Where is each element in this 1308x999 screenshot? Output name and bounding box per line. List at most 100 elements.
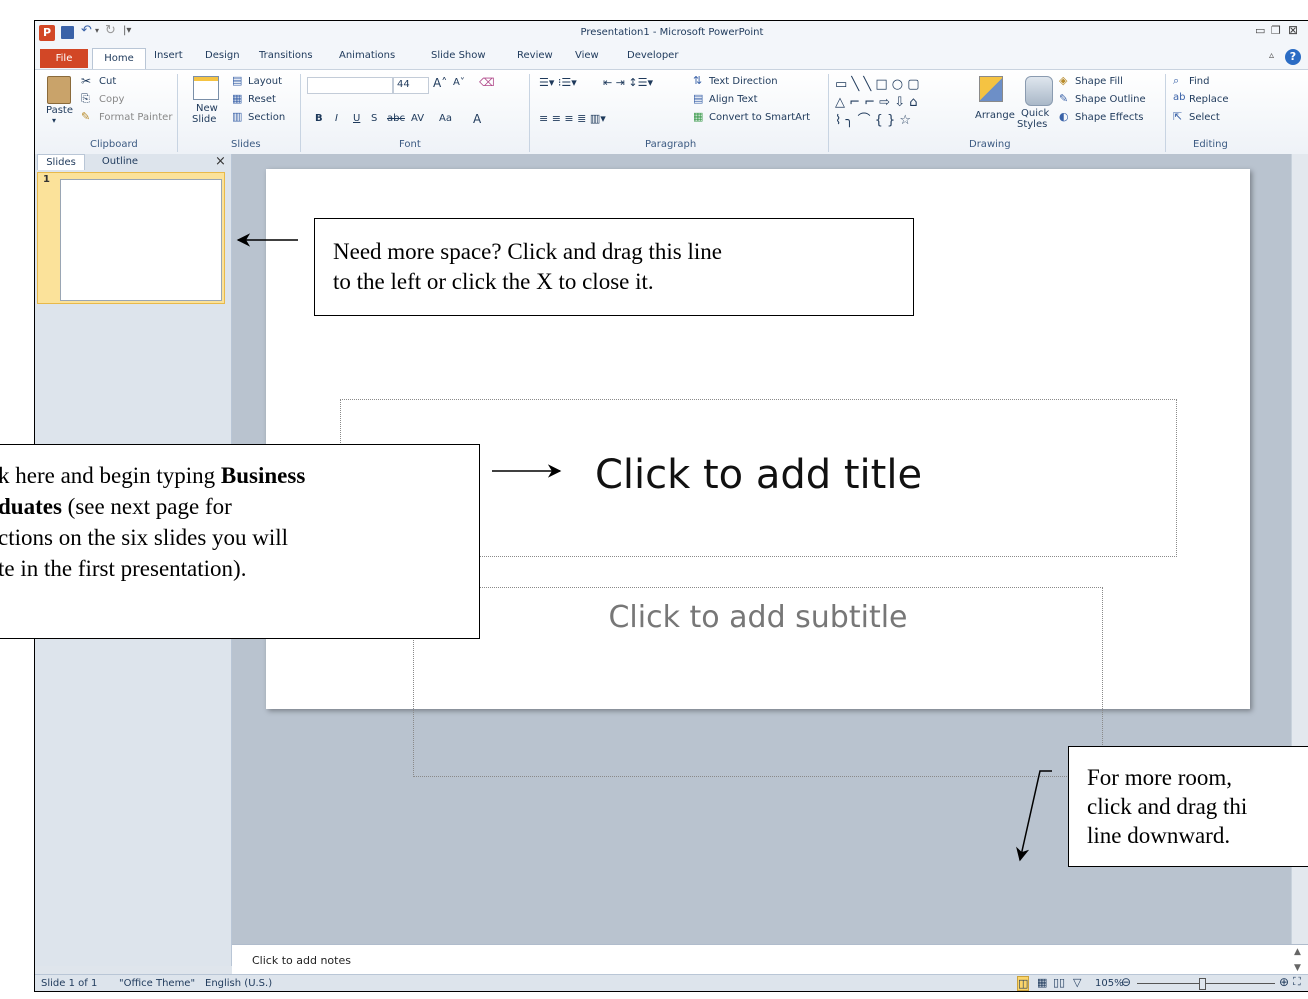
bold-button[interactable]: B xyxy=(315,113,323,124)
strikethrough-button[interactable]: abc xyxy=(387,113,405,124)
character-spacing-button[interactable]: AV xyxy=(411,113,424,124)
copy-button[interactable]: Copy xyxy=(99,94,124,105)
group-separator xyxy=(300,74,301,152)
underline-button[interactable]: U xyxy=(353,113,360,124)
tab-insert[interactable]: Insert xyxy=(154,50,183,61)
zoom-out-icon[interactable]: ⊖ xyxy=(1121,975,1131,989)
slide-show-view-icon[interactable]: ▽ xyxy=(1073,976,1081,989)
drawing-group-label: Drawing xyxy=(969,139,1011,150)
callout-title-line4: te in the first presentation). xyxy=(0,556,247,581)
tab-developer[interactable]: Developer xyxy=(627,50,678,61)
zoom-slider-thumb[interactable] xyxy=(1199,978,1206,990)
bullets-icon[interactable]: ☰▾ ⁝☰▾ xyxy=(539,76,577,89)
zoom-level[interactable]: 105% xyxy=(1095,978,1124,989)
notes-scroll-down-icon[interactable]: ▼ xyxy=(1294,963,1301,973)
arrange-icon[interactable] xyxy=(979,76,1003,102)
layout-icon: ▤ xyxy=(232,74,243,87)
notes-scroll-up-icon[interactable]: ▲ xyxy=(1294,947,1301,957)
slide-thumbnail[interactable] xyxy=(60,179,222,301)
format-painter-icon: ✎ xyxy=(81,110,91,123)
new-slide-icon[interactable] xyxy=(193,76,219,100)
shadow-button[interactable]: S xyxy=(371,113,377,124)
align-icons[interactable]: ≡ ≡ ≡ ≣ ▥▾ xyxy=(539,112,606,125)
shape-outline-button[interactable]: Shape Outline xyxy=(1075,94,1146,105)
indent-icons[interactable]: ⇤ ⇥ ↕☰▾ xyxy=(603,76,653,89)
subtitle-placeholder[interactable]: Click to add subtitle xyxy=(413,587,1103,777)
quick-styles-label-1[interactable]: Quick xyxy=(1021,108,1049,119)
arrange-button[interactable]: Arrange xyxy=(975,110,1015,121)
close-pane-icon[interactable]: × xyxy=(215,154,226,169)
new-slide-button[interactable]: New Slide xyxy=(189,103,223,133)
tab-slides-label: Slides xyxy=(46,157,76,168)
normal-view-icon[interactable]: ◫ xyxy=(1017,976,1030,991)
fit-to-window-icon[interactable]: ⛶ xyxy=(1293,975,1301,989)
format-painter-button[interactable]: Format Painter xyxy=(99,112,172,123)
align-text-button[interactable]: Align Text xyxy=(709,94,758,105)
italic-button[interactable]: I xyxy=(335,113,338,124)
clear-formatting-icon[interactable]: ⌫ xyxy=(479,76,495,89)
layout-button[interactable]: Layout xyxy=(248,76,282,87)
select-button[interactable]: Select xyxy=(1189,112,1220,123)
copy-icon: ⎘ xyxy=(81,92,90,105)
find-button[interactable]: Find xyxy=(1189,76,1210,87)
tab-view[interactable]: View xyxy=(575,50,599,61)
tab-home[interactable]: Home xyxy=(92,48,146,70)
shape-effects-button[interactable]: Shape Effects xyxy=(1075,112,1143,123)
callout-title-line3: ctions on the six slides you will xyxy=(0,525,289,550)
paste-label: Paste xyxy=(46,105,73,116)
zoom-slider-track[interactable] xyxy=(1137,983,1275,984)
font-size-box[interactable]: 44 xyxy=(393,77,429,94)
callout-title-line1: k here and begin typing Business xyxy=(0,461,305,490)
font-color-button[interactable]: A xyxy=(473,112,481,126)
tab-slide-show[interactable]: Slide Show xyxy=(431,50,486,61)
minimize-icon[interactable]: ▭ xyxy=(1255,24,1265,37)
shape-fill-button[interactable]: Shape Fill xyxy=(1075,76,1123,87)
grow-font-icon[interactable]: A˄ xyxy=(433,76,447,90)
section-button[interactable]: Section xyxy=(248,112,285,123)
tab-slides-pane[interactable]: Slides xyxy=(37,154,85,170)
quick-styles-label-2[interactable]: Styles xyxy=(1017,119,1047,130)
slides-group-label: Slides xyxy=(231,139,261,150)
cut-button[interactable]: Cut xyxy=(99,76,116,87)
tab-review[interactable]: Review xyxy=(517,50,553,61)
callout-title-instructions: k here and begin typing Business duates … xyxy=(0,444,480,639)
help-icon[interactable]: ? xyxy=(1285,49,1301,65)
zoom-in-icon[interactable]: ⊕ xyxy=(1279,975,1289,989)
change-case-button[interactable]: Aa xyxy=(439,113,452,124)
paste-button[interactable]: Paste ▾ xyxy=(43,105,73,131)
slide-sorter-icon[interactable]: ▦ xyxy=(1037,976,1047,989)
status-language[interactable]: English (U.S.) xyxy=(205,978,272,989)
minimize-ribbon-icon[interactable]: ▵ xyxy=(1269,50,1274,61)
callout-title-line1-b: Business xyxy=(220,463,306,488)
text-direction-button[interactable]: Text Direction xyxy=(709,76,778,87)
section-icon: ▥ xyxy=(232,110,243,123)
tab-design[interactable]: Design xyxy=(205,50,240,61)
font-name-box[interactable] xyxy=(307,77,393,94)
quick-styles-icon[interactable] xyxy=(1025,76,1053,106)
reset-button[interactable]: Reset xyxy=(248,94,276,105)
status-theme[interactable]: "Office Theme" xyxy=(119,978,195,989)
replace-button[interactable]: Replace xyxy=(1189,94,1229,105)
ribbon: Paste ▾ ✂ Cut ⎘ Copy ✎ Format Painter Cl… xyxy=(35,69,1308,155)
shrink-font-icon[interactable]: A˅ xyxy=(453,77,465,88)
tab-outline-pane[interactable]: Outline xyxy=(85,154,155,169)
callout-notes-divider: For more room, click and drag thi line d… xyxy=(1068,746,1308,867)
tab-animations[interactable]: Animations xyxy=(339,50,395,61)
window-title: Presentation1 - Microsoft PowerPoint xyxy=(580,27,764,38)
group-separator xyxy=(1165,74,1166,152)
shapes-gallery[interactable]: ▭ ╲ ╲ □ ○ ▢ △ ⌐ ⌐ ⇨ ⇩ ⌂ ⌇ ╮ ⌒ { } ☆ xyxy=(835,76,961,132)
text-direction-icon: ⇅ xyxy=(693,74,703,87)
shapes-row-3: ⌇ ╮ ⌒ { } ☆ xyxy=(835,113,912,128)
tab-transitions[interactable]: Transitions xyxy=(259,50,313,61)
convert-smartart-button[interactable]: Convert to SmartArt xyxy=(709,112,810,123)
tab-file[interactable]: File xyxy=(40,49,88,68)
restore-icon[interactable]: ❐ xyxy=(1271,24,1281,37)
ribbon-tabs: File Home Insert Design Transitions Anim… xyxy=(35,47,1308,70)
paste-icon[interactable] xyxy=(47,76,71,104)
close-icon[interactable]: ⊠ xyxy=(1288,23,1298,37)
notes-pane[interactable]: Click to add notes ▲ ▼ xyxy=(232,944,1308,975)
reading-view-icon[interactable]: ▯▯ xyxy=(1053,976,1065,989)
callout-title-line2-a: duates xyxy=(0,494,62,519)
clipboard-group-label: Clipboard xyxy=(90,139,138,150)
slide-thumbnail-number: 1 xyxy=(43,174,50,185)
